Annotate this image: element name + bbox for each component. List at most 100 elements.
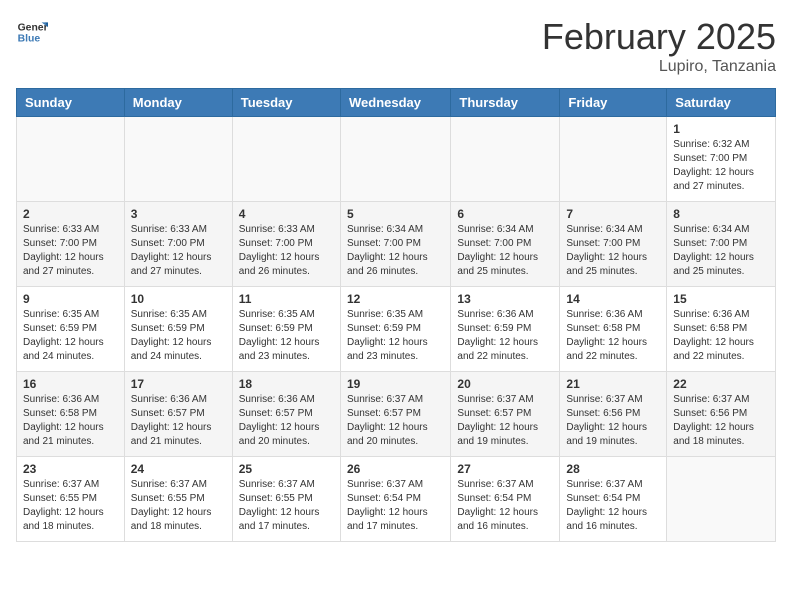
calendar-cell: 24Sunrise: 6:37 AMSunset: 6:55 PMDayligh… <box>124 457 232 542</box>
calendar-cell: 21 Sunrise: 6:37 AMSunset: 6:56 PMDayligh… <box>560 372 667 457</box>
day-info: Sunrise: 6:34 AMSunset: 7:00 PMDaylight:… <box>673 224 754 277</box>
calendar-cell: 14Sunrise: 6:36 AMSunset: 6:58 PMDayligh… <box>560 287 667 372</box>
calendar-cell <box>340 117 450 202</box>
calendar-cell: 11 Sunrise: 6:35 AMSunset: 6:59 PMDayligh… <box>232 287 340 372</box>
day-number: 8 <box>673 207 769 221</box>
column-header-friday: Friday <box>560 89 667 117</box>
day-info: Sunrise: 6:37 AMSunset: 6:55 PMDaylight:… <box>23 479 104 532</box>
calendar-week-row: 9 Sunrise: 6:35 AMSunset: 6:59 PMDaylight… <box>17 287 776 372</box>
calendar-cell: 26 Sunrise: 6:37 AMSunset: 6:54 PMDayligh… <box>340 457 450 542</box>
calendar-cell: 13 Sunrise: 6:36 AMSunset: 6:59 PMDayligh… <box>451 287 560 372</box>
calendar-cell: 2 Sunrise: 6:33 AMSunset: 7:00 PMDaylight… <box>17 202 125 287</box>
calendar-cell: 17 Sunrise: 6:36 AMSunset: 6:57 PMDayligh… <box>124 372 232 457</box>
day-number: 9 <box>23 292 118 306</box>
calendar-cell: 10 Sunrise: 6:35 AMSunset: 6:59 PMDayligh… <box>124 287 232 372</box>
day-info: Sunrise: 6:36 AMSunset: 6:59 PMDaylight:… <box>457 309 538 362</box>
day-number: 17 <box>131 377 226 391</box>
day-number: 27 <box>457 462 553 476</box>
calendar-cell: 27 Sunrise: 6:37 AMSunset: 6:54 PMDayligh… <box>451 457 560 542</box>
day-number: 7 <box>566 207 660 221</box>
day-number: 14 <box>566 292 660 306</box>
day-info: Sunrise: 6:34 AMSunset: 7:00 PMDaylight:… <box>347 224 428 277</box>
column-header-wednesday: Wednesday <box>340 89 450 117</box>
column-header-tuesday: Tuesday <box>232 89 340 117</box>
calendar-cell: 3 Sunrise: 6:33 AMSunset: 7:00 PMDaylight… <box>124 202 232 287</box>
column-header-thursday: Thursday <box>451 89 560 117</box>
day-info: Sunrise: 6:35 AMSunset: 6:59 PMDaylight:… <box>131 309 212 362</box>
day-info: Sunrise: 6:36 AMSunset: 6:57 PMDaylight:… <box>131 394 212 447</box>
svg-text:Blue: Blue <box>18 34 41 45</box>
day-info: Sunrise: 6:37 AMSunset: 6:57 PMDaylight:… <box>347 394 428 447</box>
day-info: Sunrise: 6:36 AMSunset: 6:58 PMDaylight:… <box>673 309 754 362</box>
calendar-cell <box>560 117 667 202</box>
calendar-cell: 12 Sunrise: 6:35 AMSunset: 6:59 PMDayligh… <box>340 287 450 372</box>
day-info: Sunrise: 6:34 AMSunset: 7:00 PMDaylight:… <box>457 224 538 277</box>
title-area: February 2025 Lupiro, Tanzania <box>542 16 776 76</box>
day-info: Sunrise: 6:36 AMSunset: 6:57 PMDaylight:… <box>239 394 320 447</box>
day-number: 15 <box>673 292 769 306</box>
calendar-cell: 5 Sunrise: 6:34 AMSunset: 7:00 PMDaylight… <box>340 202 450 287</box>
month-title: February 2025 <box>542 16 776 58</box>
calendar-cell: 18 Sunrise: 6:36 AMSunset: 6:57 PMDayligh… <box>232 372 340 457</box>
svg-text:General: General <box>18 22 48 33</box>
day-info: Sunrise: 6:37 AMSunset: 6:54 PMDaylight:… <box>347 479 428 532</box>
day-number: 12 <box>347 292 444 306</box>
calendar-cell: 1 Sunrise: 6:32 AMSunset: 7:00 PMDaylight… <box>667 117 776 202</box>
day-number: 13 <box>457 292 553 306</box>
calendar-cell <box>667 457 776 542</box>
calendar-cell <box>451 117 560 202</box>
calendar-header-row: SundayMondayTuesdayWednesdayThursdayFrid… <box>17 89 776 117</box>
day-number: 16 <box>23 377 118 391</box>
column-header-monday: Monday <box>124 89 232 117</box>
calendar-week-row: 16 Sunrise: 6:36 AMSunset: 6:58 PMDayligh… <box>17 372 776 457</box>
calendar-cell: 20Sunrise: 6:37 AMSunset: 6:57 PMDayligh… <box>451 372 560 457</box>
day-info: Sunrise: 6:37 AMSunset: 6:55 PMDaylight:… <box>131 479 212 532</box>
day-info: Sunrise: 6:35 AMSunset: 6:59 PMDaylight:… <box>23 309 104 362</box>
calendar-week-row: 2 Sunrise: 6:33 AMSunset: 7:00 PMDaylight… <box>17 202 776 287</box>
column-header-saturday: Saturday <box>667 89 776 117</box>
day-info: Sunrise: 6:37 AMSunset: 6:54 PMDaylight:… <box>457 479 538 532</box>
calendar-cell: 8 Sunrise: 6:34 AMSunset: 7:00 PMDaylight… <box>667 202 776 287</box>
day-info: Sunrise: 6:37 AMSunset: 6:55 PMDaylight:… <box>239 479 320 532</box>
logo: General Blue <box>16 16 48 48</box>
calendar-week-row: 23Sunrise: 6:37 AMSunset: 6:55 PMDayligh… <box>17 457 776 542</box>
day-number: 5 <box>347 207 444 221</box>
day-info: Sunrise: 6:32 AMSunset: 7:00 PMDaylight:… <box>673 139 754 192</box>
calendar-cell: 25 Sunrise: 6:37 AMSunset: 6:55 PMDayligh… <box>232 457 340 542</box>
day-info: Sunrise: 6:37 AMSunset: 6:56 PMDaylight:… <box>673 394 754 447</box>
logo-icon: General Blue <box>16 16 48 48</box>
day-info: Sunrise: 6:35 AMSunset: 6:59 PMDaylight:… <box>239 309 320 362</box>
day-number: 11 <box>239 292 334 306</box>
calendar-cell: 7 Sunrise: 6:34 AMSunset: 7:00 PMDaylight… <box>560 202 667 287</box>
day-info: Sunrise: 6:33 AMSunset: 7:00 PMDaylight:… <box>23 224 104 277</box>
day-number: 18 <box>239 377 334 391</box>
day-number: 22 <box>673 377 769 391</box>
day-number: 6 <box>457 207 553 221</box>
day-number: 2 <box>23 207 118 221</box>
column-header-sunday: Sunday <box>17 89 125 117</box>
calendar-cell: 23Sunrise: 6:37 AMSunset: 6:55 PMDayligh… <box>17 457 125 542</box>
calendar-week-row: 1 Sunrise: 6:32 AMSunset: 7:00 PMDaylight… <box>17 117 776 202</box>
day-number: 25 <box>239 462 334 476</box>
day-number: 28 <box>566 462 660 476</box>
day-info: Sunrise: 6:36 AMSunset: 6:58 PMDaylight:… <box>23 394 104 447</box>
header: General Blue February 2025 Lupiro, Tanza… <box>16 16 776 76</box>
calendar-cell: 6 Sunrise: 6:34 AMSunset: 7:00 PMDaylight… <box>451 202 560 287</box>
day-info: Sunrise: 6:34 AMSunset: 7:00 PMDaylight:… <box>566 224 647 277</box>
day-info: Sunrise: 6:35 AMSunset: 6:59 PMDaylight:… <box>347 309 428 362</box>
calendar-cell: 16 Sunrise: 6:36 AMSunset: 6:58 PMDayligh… <box>17 372 125 457</box>
day-number: 10 <box>131 292 226 306</box>
day-number: 1 <box>673 122 769 136</box>
day-info: Sunrise: 6:37 AMSunset: 6:56 PMDaylight:… <box>566 394 647 447</box>
day-info: Sunrise: 6:33 AMSunset: 7:00 PMDaylight:… <box>131 224 212 277</box>
day-info: Sunrise: 6:33 AMSunset: 7:00 PMDaylight:… <box>239 224 320 277</box>
day-number: 3 <box>131 207 226 221</box>
day-number: 21 <box>566 377 660 391</box>
calendar-cell: 4Sunrise: 6:33 AMSunset: 7:00 PMDaylight… <box>232 202 340 287</box>
calendar-cell: 22 Sunrise: 6:37 AMSunset: 6:56 PMDayligh… <box>667 372 776 457</box>
calendar-cell: 15 Sunrise: 6:36 AMSunset: 6:58 PMDayligh… <box>667 287 776 372</box>
calendar-cell: 28 Sunrise: 6:37 AMSunset: 6:54 PMDayligh… <box>560 457 667 542</box>
day-info: Sunrise: 6:37 AMSunset: 6:54 PMDaylight:… <box>566 479 647 532</box>
day-number: 26 <box>347 462 444 476</box>
day-number: 20 <box>457 377 553 391</box>
